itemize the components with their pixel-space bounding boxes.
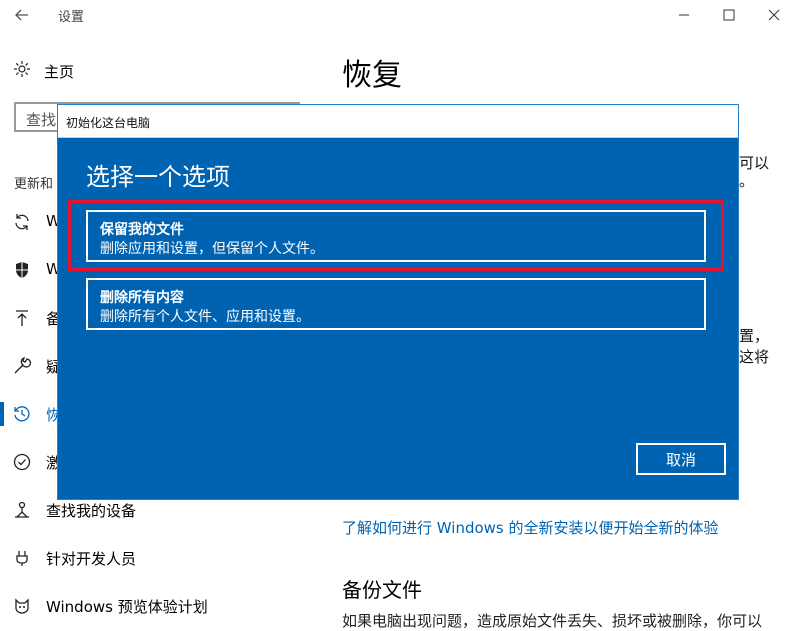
sidebar-item-label: 查找我的设备 bbox=[46, 502, 137, 520]
backup-section-description: 如果电脑出现问题，造成原始文件丢失、损坏或被删除，你可以 bbox=[342, 612, 763, 630]
sidebar-item-label: Windows 预览体验计划 bbox=[46, 598, 208, 616]
maximize-button[interactable] bbox=[705, 0, 753, 30]
minimize-button[interactable] bbox=[660, 0, 708, 30]
search-placeholder: 查找 bbox=[26, 111, 57, 129]
dialog-title: 初始化这台电脑 bbox=[66, 116, 151, 130]
history-icon bbox=[12, 404, 32, 424]
partial-text: 这将 bbox=[739, 348, 770, 366]
partial-text: 。 bbox=[739, 172, 755, 190]
gear-icon bbox=[12, 59, 32, 83]
partial-text: 置， bbox=[739, 327, 770, 345]
cat-icon bbox=[12, 596, 32, 616]
back-arrow-icon[interactable] bbox=[12, 5, 32, 25]
page-title: 恢复 bbox=[342, 58, 402, 93]
option-title: 保留我的文件 bbox=[100, 222, 184, 238]
sidebar-section-heading: 更新和 bbox=[14, 177, 54, 192]
sidebar-item-windows-insider[interactable]: Windows 预览体验计划 bbox=[0, 586, 318, 626]
check-circle-icon bbox=[12, 452, 32, 472]
keep-my-files-option[interactable]: 保留我的文件 删除应用和设置，但保留个人文件。 bbox=[86, 210, 706, 262]
remove-everything-option[interactable]: 删除所有内容 删除所有个人文件、应用和设置。 bbox=[86, 278, 706, 330]
option-title: 删除所有内容 bbox=[100, 290, 184, 306]
close-button[interactable] bbox=[750, 0, 794, 30]
developer-icon bbox=[12, 548, 32, 568]
wrench-icon bbox=[12, 356, 32, 376]
sidebar-item-for-developers[interactable]: 针对开发人员 bbox=[0, 538, 318, 578]
active-indicator bbox=[0, 402, 4, 426]
cancel-button[interactable]: 取消 bbox=[636, 443, 726, 475]
window-title: 设置 bbox=[58, 10, 85, 25]
shield-icon bbox=[12, 260, 32, 280]
fresh-start-link[interactable]: 了解如何进行 Windows 的全新安装以便开始全新的体验 bbox=[342, 517, 719, 538]
sidebar-item-label: 针对开发人员 bbox=[46, 550, 137, 568]
option-description: 删除所有个人文件、应用和设置。 bbox=[100, 309, 310, 325]
window-titlebar: 设置 bbox=[0, 0, 794, 30]
home-label: 主页 bbox=[44, 62, 75, 81]
person-location-icon bbox=[12, 500, 32, 520]
upload-icon bbox=[12, 308, 32, 328]
backup-section-title: 备份文件 bbox=[342, 578, 422, 602]
reset-pc-dialog: 初始化这台电脑 选择一个选项 保留我的文件 删除应用和设置，但保留个人文件。 删… bbox=[57, 104, 739, 500]
dialog-heading: 选择一个选项 bbox=[86, 163, 230, 191]
sidebar-home[interactable]: 主页 bbox=[12, 58, 292, 84]
sync-icon bbox=[12, 212, 32, 232]
option-description: 删除应用和设置，但保留个人文件。 bbox=[100, 241, 324, 257]
dialog-titlebar: 初始化这台电脑 bbox=[58, 105, 738, 138]
